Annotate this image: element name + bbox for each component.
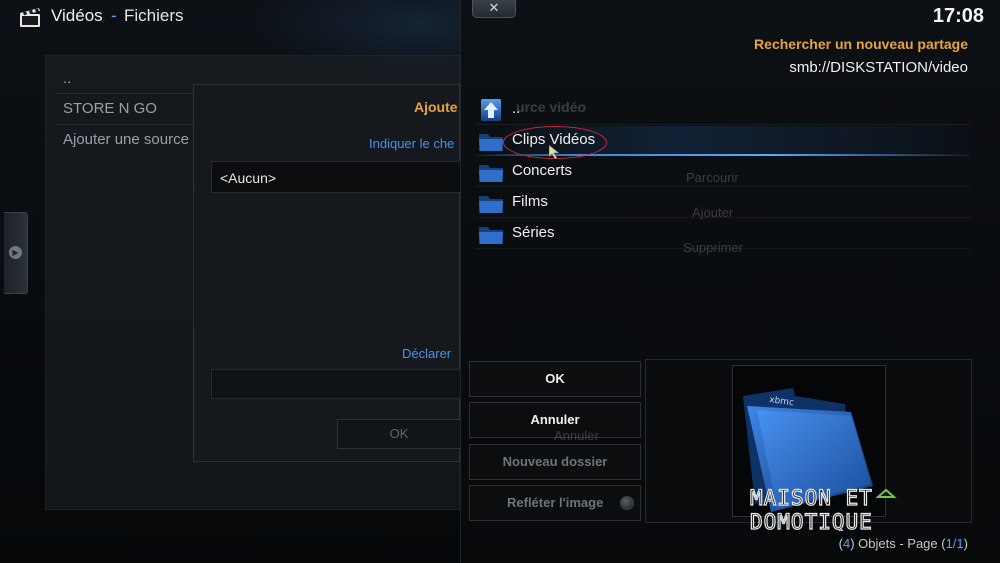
folder-icon (479, 165, 503, 182)
mirror-image-button[interactable]: Refléter l'image (469, 485, 641, 521)
up-arrow-icon (481, 99, 501, 121)
new-folder-button[interactable]: Nouveau dossier (469, 444, 641, 480)
list-item-parent-folder[interactable]: .. (476, 95, 970, 125)
page-indicator: 1/1 (945, 536, 964, 551)
source-item-store-n-go[interactable]: STORE N GO (63, 100, 157, 117)
list-item-label: Séries (512, 224, 555, 241)
svg-text:DOMOTIQUE: DOMOTIQUE (750, 510, 873, 531)
list-item-films[interactable]: Films (476, 188, 970, 218)
dialog-title: Ajoute (414, 99, 458, 115)
dialog-hint: Indiquer le che (369, 136, 455, 151)
folder-icon (479, 227, 503, 244)
list-item-series[interactable]: Séries (476, 219, 970, 249)
source-item-parent[interactable]: .. (63, 70, 71, 87)
mirror-image-toggle[interactable] (620, 496, 634, 510)
svg-text:MAISON ET: MAISON ET (750, 487, 873, 510)
add-source-dialog: Ajoute Indiquer le che <Aucun> Déclarer … (193, 84, 461, 462)
page-header: Vidéos - Fichiers (0, 0, 460, 36)
ok-button[interactable]: OK (469, 361, 641, 397)
maison-et-domotique-logo: MAISON ET DOMOTIQUE (750, 487, 897, 531)
list-item-label: Films (512, 193, 548, 210)
dialog-ok-button[interactable]: OK (337, 419, 461, 449)
mouse-cursor-icon (549, 145, 560, 159)
page-subtitle: Fichiers (124, 6, 184, 25)
source-name-field[interactable] (211, 369, 461, 399)
source-item-add-source[interactable]: Ajouter une source (63, 131, 189, 148)
clock: 17:08 (932, 5, 984, 27)
title-separator: - (111, 6, 117, 25)
list-item-label: .. (512, 100, 521, 117)
side-menu-tab[interactable]: ▶ (4, 212, 28, 294)
browser-heading: Rechercher un nouveau partage (754, 36, 968, 52)
folder-icon (479, 134, 503, 151)
ghost-cancel-label: Annuler (554, 428, 599, 443)
current-path: smb://DISKSTATION/video (789, 59, 968, 76)
declare-label: Déclarer (402, 346, 452, 361)
source-path-field[interactable]: <Aucun> (211, 161, 461, 193)
close-button[interactable]: ✕ (472, 0, 516, 18)
list-item-concerts[interactable]: Concerts (476, 157, 970, 187)
page-title: Vidéos (51, 6, 103, 25)
clapperboard-icon (20, 8, 40, 27)
folder-icon (479, 196, 503, 213)
item-count: (4) Objets - Page (1/1) (838, 536, 968, 551)
source-path-value: <Aucun> (220, 170, 277, 186)
list-item-label: Concerts (512, 162, 573, 179)
arrow-right-icon: ▶ (9, 246, 22, 259)
